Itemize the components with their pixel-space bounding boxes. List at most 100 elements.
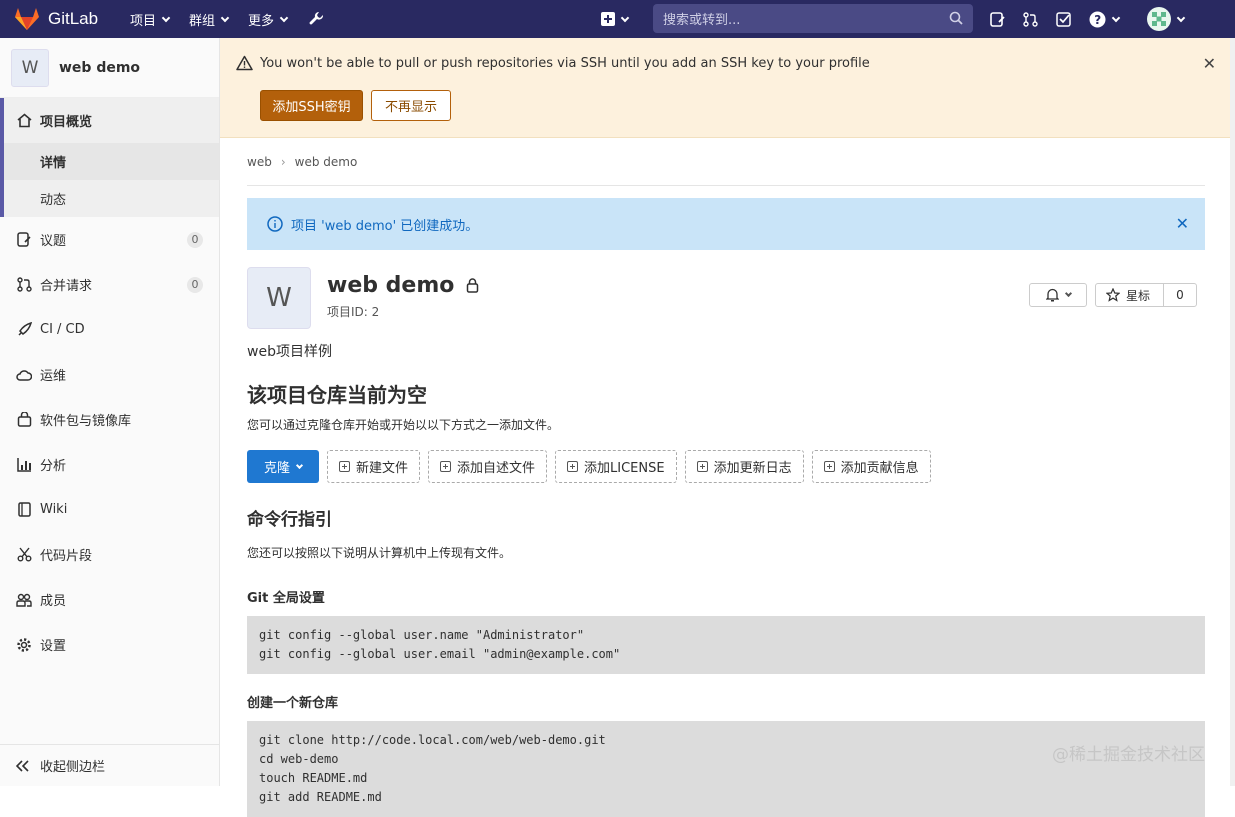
plus-square-icon <box>440 461 452 472</box>
sidebar-section-overview: 项目概览 详情 动态 <box>0 98 219 217</box>
help-dropdown[interactable]: ? <box>1089 11 1121 28</box>
chevron-down-icon <box>620 13 630 22</box>
gitlab-logo[interactable]: GitLab <box>14 7 114 31</box>
issues-icon <box>990 11 1005 27</box>
dont-show-again-button[interactable]: 不再显示 <box>371 90 451 121</box>
chevron-down-icon <box>220 13 230 22</box>
users-icon <box>16 592 32 608</box>
breadcrumb: web › web demo <box>247 138 1205 186</box>
collapse-sidebar-button[interactable]: 收起侧边栏 <box>0 744 219 786</box>
sidebar-item-settings[interactable]: 设置 <box>0 622 219 667</box>
plus-square-icon <box>339 461 350 472</box>
sidebar-item-members[interactable]: 成员 <box>0 577 219 622</box>
sidebar-item-snippets[interactable]: 代码片段 <box>0 532 219 577</box>
sidebar-item-operations-label: 运维 <box>40 369 67 384</box>
cloud-icon <box>16 367 32 383</box>
clone-button[interactable]: 克隆 <box>247 450 319 483</box>
ssh-alert-text: You won't be able to pull or push reposi… <box>260 56 870 71</box>
add-readme-button[interactable]: 添加自述文件 <box>428 450 548 483</box>
chevron-down-icon <box>1064 289 1072 298</box>
plus-square-icon <box>696 461 708 472</box>
merge-request-icon <box>1023 11 1038 27</box>
nav-more[interactable]: 更多 <box>248 10 289 29</box>
chevron-down-icon <box>295 461 304 469</box>
add-changelog-button[interactable]: 添加更新日志 <box>684 450 804 483</box>
add-ssh-key-button[interactable]: 添加SSH密钥 <box>260 90 363 121</box>
nav-projects[interactable]: 项目 <box>130 10 171 29</box>
star-button-group: 星标 0 <box>1095 283 1197 307</box>
add-license-button[interactable]: 添加LICENSE <box>555 450 677 483</box>
collapse-sidebar-label: 收起侧边栏 <box>40 760 106 775</box>
project-sidebar: W web demo 项目概览 详情 动态 议题 0 合并请求 0 CI / C… <box>0 38 220 786</box>
sidebar-item-wiki-label: Wiki <box>40 502 68 517</box>
watermark: @稀土掘金技术社区 <box>1052 745 1205 765</box>
double-chevron-left-icon <box>16 759 29 772</box>
info-icon <box>267 216 283 232</box>
todo-check-icon <box>1056 11 1071 27</box>
new-file-button[interactable]: 新建文件 <box>327 450 421 483</box>
close-icon[interactable]: ✕ <box>1203 54 1216 73</box>
sidebar-item-merge-requests[interactable]: 合并请求 0 <box>0 262 219 307</box>
sidebar-item-packages[interactable]: 软件包与镜像库 <box>0 397 219 442</box>
sidebar-item-issues[interactable]: 议题 0 <box>0 217 219 262</box>
git-global-setup-code[interactable]: git config --global user.name "Administr… <box>247 616 1205 674</box>
chevron-down-icon <box>1176 13 1186 22</box>
git-global-setup-title: Git 全局设置 <box>247 591 325 606</box>
lock-icon <box>467 278 479 293</box>
sidebar-item-overview[interactable]: 项目概览 <box>4 98 219 143</box>
help-icon: ? <box>1089 11 1106 27</box>
issues-count-badge: 0 <box>187 231 203 248</box>
breadcrumb-project-link[interactable]: web demo <box>295 155 358 169</box>
sidebar-project-header[interactable]: W web demo <box>0 38 219 98</box>
sidebar-item-wiki[interactable]: Wiki <box>0 487 219 532</box>
sidebar-subitem-details[interactable]: 详情 <box>4 143 219 180</box>
sidebar-item-analytics[interactable]: 分析 <box>0 442 219 487</box>
project-avatar-large: W <box>247 267 311 329</box>
sidebar-item-ci-cd[interactable]: CI / CD <box>0 307 219 352</box>
top-right-icons: ? <box>990 0 1202 38</box>
brand-name: GitLab <box>48 9 99 28</box>
add-readme-label: 添加自述文件 <box>457 461 536 476</box>
new-repo-code[interactable]: git clone http://code.local.com/web/web-… <box>247 721 1205 817</box>
nav-more-label: 更多 <box>248 13 275 29</box>
ssh-key-alert: You won't be able to pull or push reposi… <box>220 38 1230 138</box>
sidebar-subitem-activity[interactable]: 动态 <box>4 180 219 217</box>
add-license-label: 添加LICENSE <box>584 461 665 476</box>
merge-request-icon <box>16 277 32 293</box>
book-icon <box>16 502 32 518</box>
project-id: 项目ID: 2 <box>327 305 380 319</box>
notification-dropdown[interactable] <box>1029 283 1087 307</box>
svg-text:?: ? <box>1094 13 1101 27</box>
home-icon <box>16 113 32 129</box>
close-icon[interactable]: ✕ <box>1176 214 1189 233</box>
admin-area-link[interactable] <box>309 11 325 27</box>
new-dropdown[interactable] <box>601 12 630 26</box>
issues-icon <box>16 232 32 248</box>
scissors-icon <box>16 547 32 563</box>
add-contributing-button[interactable]: 添加贡献信息 <box>811 450 931 483</box>
star-count[interactable]: 0 <box>1164 288 1196 302</box>
sidebar-item-ci-cd-label: CI / CD <box>40 322 85 337</box>
star-label: 星标 <box>1126 288 1151 303</box>
chevron-right-icon: › <box>280 154 286 169</box>
breadcrumb-group-link[interactable]: web <box>247 155 272 169</box>
add-contributing-label: 添加贡献信息 <box>840 461 919 476</box>
chevron-down-icon <box>1111 13 1121 22</box>
sidebar-item-members-label: 成员 <box>40 594 67 609</box>
sidebar-project-name: web demo <box>59 59 141 76</box>
issues-shortcut[interactable] <box>990 11 1005 27</box>
project-description: web项目样例 <box>247 344 332 360</box>
plus-square-icon <box>567 461 579 472</box>
star-button[interactable]: 星标 <box>1096 284 1164 306</box>
merge-requests-shortcut[interactable] <box>1023 11 1038 27</box>
nav-groups[interactable]: 群组 <box>189 10 230 29</box>
sidebar-item-overview-label: 项目概览 <box>40 115 93 130</box>
search-input[interactable]: 搜索或转到... <box>653 4 973 33</box>
page-scrollbar[interactable] <box>1230 38 1235 786</box>
sidebar-item-operations[interactable]: 运维 <box>0 352 219 397</box>
sidebar-item-issues-label: 议题 <box>40 234 67 249</box>
chevron-down-icon <box>161 13 171 22</box>
package-icon <box>16 412 32 428</box>
user-menu[interactable] <box>1147 7 1186 31</box>
todos-shortcut[interactable] <box>1056 11 1071 27</box>
